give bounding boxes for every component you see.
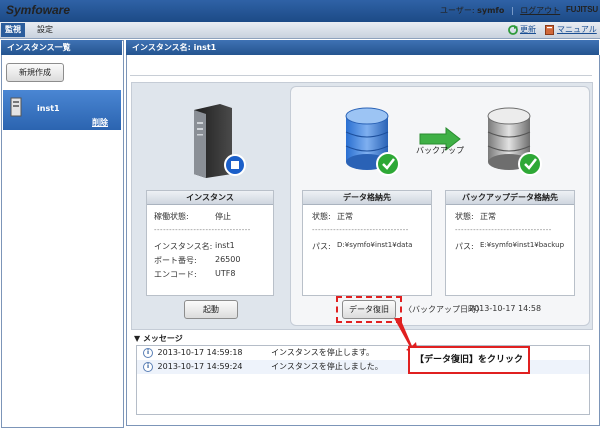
divider (130, 75, 592, 76)
data-status-label: 状態: (312, 212, 331, 221)
backup-storage-card: バックアップデータ格納先 状態: 正常 --------------------… (445, 190, 575, 296)
backup-status-value: 正常 (480, 212, 496, 221)
user-name: symfo (477, 6, 505, 15)
server-tower-icon (194, 104, 246, 178)
status-label: 稼働状態: (154, 212, 189, 221)
backup-card-title: バックアップデータ格納先 (446, 191, 574, 205)
logout-link[interactable]: ログアウト (520, 6, 560, 15)
instance-list-title: インスタンス一覧 (7, 43, 71, 52)
messages-title[interactable]: ▼ メッセージ (134, 333, 183, 344)
instance-card-dashes: -------------------------------- (154, 226, 251, 234)
message-time: 2013-10-17 14:59:18 (157, 348, 243, 357)
backup-path-label: パス: (455, 242, 474, 251)
message-time: 2013-10-17 14:59:24 (157, 362, 243, 371)
symfoware-logo: Symfoware (6, 3, 71, 17)
message-text: インスタンスを停止します。 (271, 348, 374, 357)
refresh-icon[interactable] (508, 25, 518, 35)
message-text: インスタンスを停止しました。 (271, 362, 383, 371)
instance-delete-link[interactable]: 削除 (92, 117, 108, 128)
page-title: インスタンス名: inst1 (132, 43, 217, 52)
data-storage-card: データ格納先 状態: 正常 --------------------------… (302, 190, 432, 296)
fujitsu-logo: FUJITSU (566, 5, 598, 14)
port-value: 26500 (215, 255, 241, 264)
encoding-value: UTF8 (215, 269, 236, 278)
port-label: ポート番号: (154, 256, 197, 265)
instance-card: インスタンス 稼働状態: 停止 ------------------------… (146, 190, 274, 296)
instruction-callout: 【データ復旧】をクリック (408, 346, 530, 374)
backup-button[interactable]: バックアップ (410, 144, 470, 158)
data-database-icon (345, 107, 400, 176)
main-header: インスタンス名: inst1 (126, 40, 599, 55)
manual-link[interactable]: マニュアル (557, 24, 597, 35)
data-status-value: 正常 (337, 212, 353, 221)
messages-title-text: メッセージ (142, 334, 183, 343)
instance-item-name: inst1 (37, 104, 60, 113)
user-bar: ユーザー: symfo | ログアウト (440, 5, 560, 16)
collapse-triangle-icon[interactable]: ▼ (134, 334, 143, 343)
user-bar-separator: | (510, 6, 514, 15)
instance-list-header: インスタンス一覧 (1, 40, 122, 55)
stopped-status-icon (225, 155, 245, 175)
backup-database-icon (487, 107, 542, 176)
info-icon: i (143, 361, 153, 372)
backup-datetime: 2013-10-17 14:58 (469, 304, 542, 313)
data-path-value: D:¥symfo¥inst1¥data (337, 241, 413, 249)
manual-icon[interactable] (545, 25, 554, 35)
backup-card-dashes: -------------------------------- (455, 226, 552, 234)
data-card-dashes: -------------------------------- (312, 226, 409, 234)
instance-name-label: インスタンス名: (154, 242, 213, 251)
backup-status-label: 状態: (455, 212, 474, 221)
backup-path-value: E:¥symfo¥inst1¥backup (480, 241, 565, 249)
instance-card-title: インスタンス (147, 191, 273, 205)
info-icon: i (143, 347, 153, 358)
status-value: 停止 (215, 212, 231, 221)
start-button[interactable]: 起動 (184, 300, 238, 319)
user-label: ユーザー: (440, 6, 475, 15)
tab-monitor[interactable]: 監視 (1, 23, 25, 37)
data-path-label: パス: (312, 242, 331, 251)
tab-settings[interactable]: 設定 (33, 23, 57, 37)
server-icon (10, 97, 22, 117)
data-card-title: データ格納先 (303, 191, 431, 205)
refresh-link[interactable]: 更新 (520, 24, 536, 35)
instance-name-value: inst1 (215, 241, 235, 250)
encoding-label: エンコード: (154, 270, 197, 279)
new-instance-button[interactable]: 新規作成 (6, 63, 64, 82)
